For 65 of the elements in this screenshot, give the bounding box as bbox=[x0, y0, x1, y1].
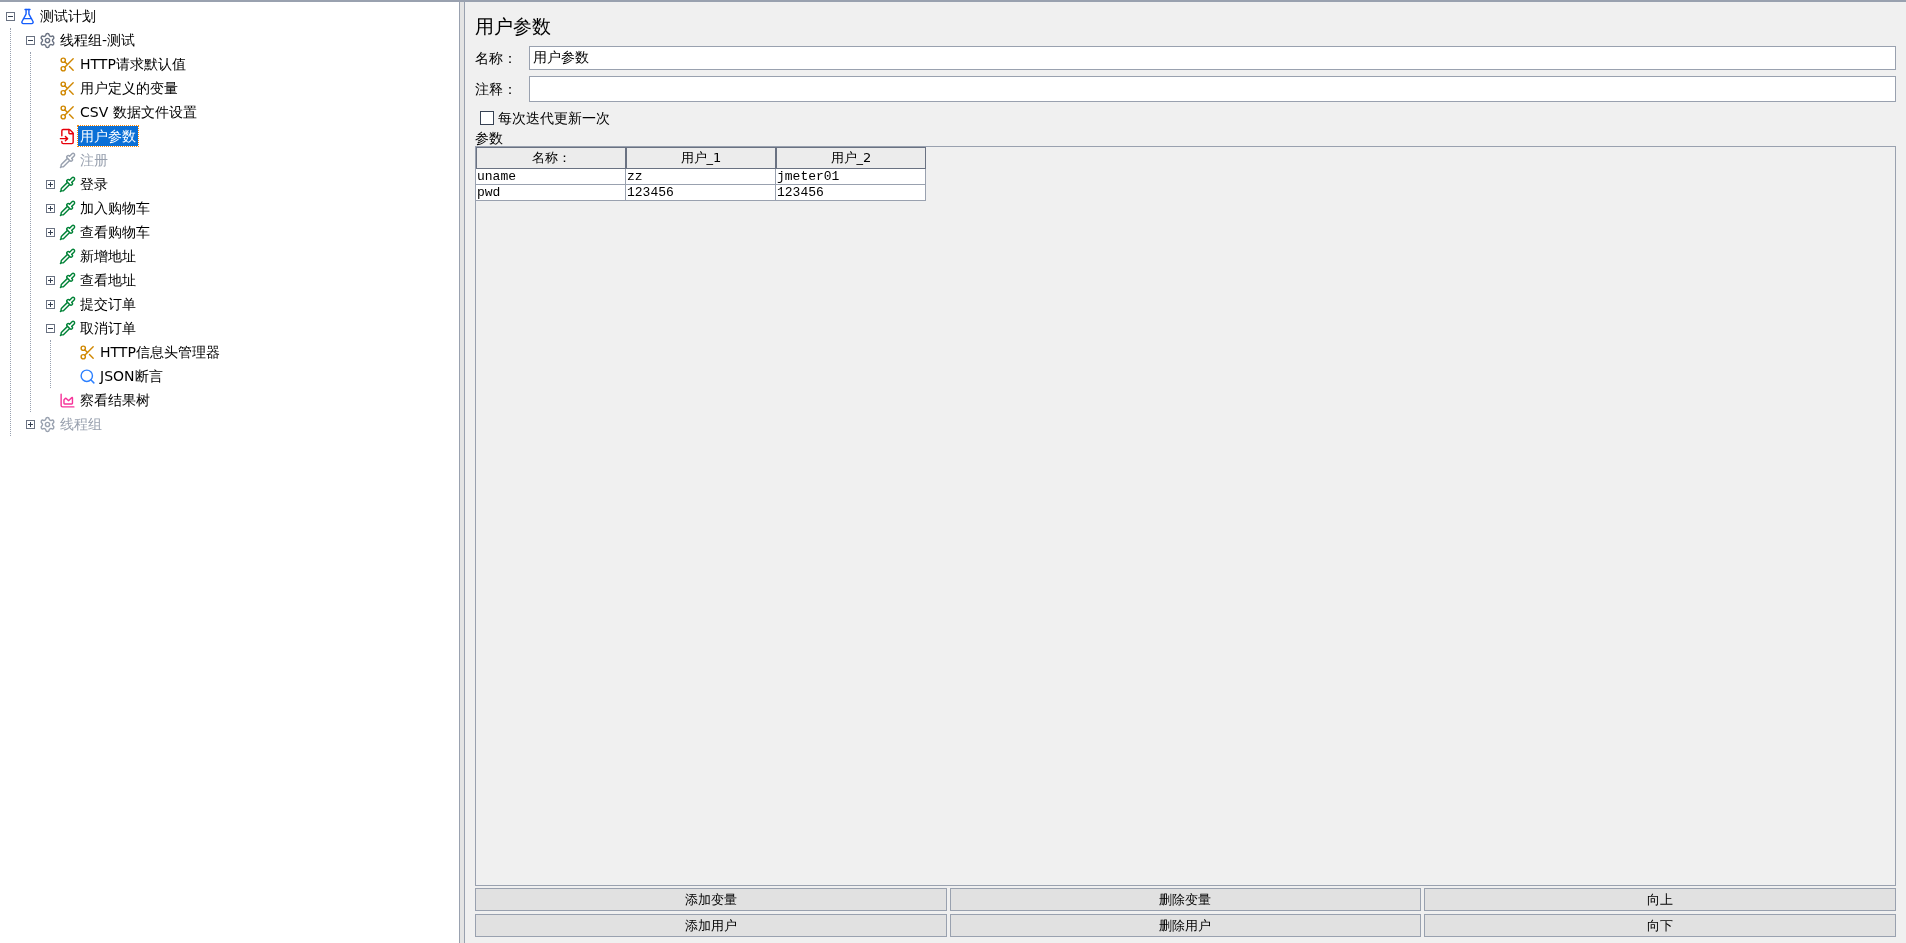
column-header[interactable]: 用户_2 bbox=[776, 147, 926, 169]
pipette-icon bbox=[59, 199, 76, 217]
tree-item[interactable]: 线程组-测试 bbox=[58, 30, 138, 50]
pipette-icon bbox=[59, 271, 76, 289]
collapse-toggle-icon[interactable] bbox=[25, 35, 35, 45]
scissors-icon bbox=[79, 343, 96, 361]
tree-item[interactable]: JSON断言 bbox=[98, 366, 165, 386]
table-cell[interactable]: jmeter01 bbox=[776, 169, 926, 185]
pipette-icon bbox=[59, 295, 76, 313]
expand-toggle-icon[interactable] bbox=[45, 275, 55, 285]
action-button[interactable]: 添加用户 bbox=[475, 914, 947, 937]
tree-item[interactable]: 查看购物车 bbox=[78, 222, 152, 242]
tree-item[interactable]: 测试计划 bbox=[38, 6, 98, 26]
pipette-icon bbox=[59, 247, 76, 265]
tree-item[interactable]: HTTP信息头管理器 bbox=[98, 342, 222, 362]
document-arrow-icon bbox=[59, 127, 76, 145]
table-cell[interactable]: uname bbox=[476, 169, 626, 185]
table-cell[interactable]: 123456 bbox=[626, 185, 776, 201]
tree-item[interactable]: 登录 bbox=[78, 174, 110, 194]
action-button[interactable]: 删除用户 bbox=[949, 914, 1422, 937]
table-cell[interactable]: zz bbox=[626, 169, 776, 185]
panel-title: 用户参数 bbox=[475, 14, 552, 38]
action-button[interactable]: 向下 bbox=[1424, 914, 1896, 937]
expand-toggle-icon[interactable] bbox=[45, 299, 55, 309]
pipette-icon bbox=[59, 319, 76, 337]
tree-item[interactable]: CSV 数据文件设置 bbox=[78, 102, 199, 122]
tree-item[interactable]: HTTP请求默认值 bbox=[78, 54, 188, 74]
name-input[interactable]: 用户参数 bbox=[529, 46, 1896, 70]
magnifier-icon bbox=[79, 367, 96, 385]
pipette-icon bbox=[59, 223, 76, 241]
pipette-icon bbox=[59, 151, 76, 169]
action-button[interactable]: 向上 bbox=[1424, 888, 1896, 911]
pipette-icon bbox=[59, 175, 76, 193]
collapse-toggle-icon[interactable] bbox=[45, 323, 55, 333]
expand-toggle-icon[interactable] bbox=[45, 179, 55, 189]
tree-item[interactable]: 查看地址 bbox=[78, 270, 138, 290]
comment-input[interactable] bbox=[529, 76, 1896, 102]
column-header[interactable]: 名称： bbox=[476, 147, 626, 169]
scissors-icon bbox=[59, 55, 76, 73]
expand-toggle-icon[interactable] bbox=[45, 227, 55, 237]
tree-item[interactable]: 察看结果树 bbox=[78, 390, 152, 410]
tree-item[interactable]: 取消订单 bbox=[78, 318, 138, 338]
collapse-toggle-icon[interactable] bbox=[5, 11, 15, 21]
section-label: 参数 bbox=[475, 130, 504, 146]
checkbox[interactable] bbox=[480, 111, 494, 125]
gear-icon bbox=[39, 415, 56, 433]
table-cell[interactable]: 123456 bbox=[776, 185, 926, 201]
gear-icon bbox=[39, 31, 56, 49]
tree-item[interactable]: 新增地址 bbox=[78, 246, 138, 266]
action-button[interactable]: 删除变量 bbox=[949, 888, 1422, 911]
column-header[interactable]: 用户_1 bbox=[626, 147, 776, 169]
tree-item[interactable]: 用户定义的变量 bbox=[78, 78, 180, 98]
scissors-icon bbox=[59, 79, 76, 97]
comment-label: 注释： bbox=[475, 79, 518, 99]
table-cell[interactable]: pwd bbox=[476, 185, 626, 201]
tree-item[interactable]: 用户参数 bbox=[78, 126, 138, 146]
chart-icon bbox=[59, 391, 76, 409]
checkbox-label: 每次迭代更新一次 bbox=[498, 108, 610, 128]
tree-item[interactable]: 加入购物车 bbox=[78, 198, 152, 218]
name-label: 名称： bbox=[475, 48, 518, 68]
expand-toggle-icon[interactable] bbox=[45, 203, 55, 213]
action-button[interactable]: 添加变量 bbox=[475, 888, 947, 911]
scissors-icon bbox=[59, 103, 76, 121]
flask-icon bbox=[19, 7, 36, 25]
tree-item[interactable]: 提交订单 bbox=[78, 294, 138, 314]
